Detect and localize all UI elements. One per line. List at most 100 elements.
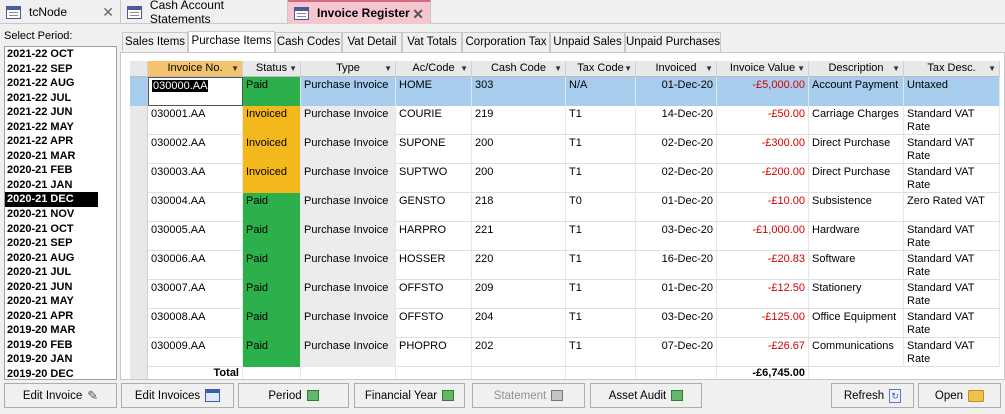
row-selector[interactable]	[130, 222, 148, 251]
cell-ac-code[interactable]: HARPRO	[396, 222, 472, 251]
cell-invoiced[interactable]: 02-Dec-20	[636, 135, 717, 164]
edit-invoices-button[interactable]: Edit Invoices	[121, 383, 234, 408]
cell-tax-code[interactable]: T1	[566, 251, 636, 280]
cell-description[interactable]: Subsistence	[809, 193, 904, 222]
cell-status[interactable]: Invoiced	[243, 135, 301, 164]
dropdown-arrow-icon[interactable]: ▼	[988, 61, 996, 76]
period-item[interactable]: 2020-21 JUN	[5, 280, 116, 295]
column-header[interactable]: Tax Desc. ▼	[904, 61, 1000, 77]
cell-invoice-no[interactable]: 030009.AA	[148, 338, 243, 367]
column-header[interactable]: Ac/Code ▼	[396, 61, 472, 77]
period-item[interactable]: 2021-22 APR	[5, 134, 116, 149]
cell-value[interactable]: -£5,000.00	[717, 77, 809, 106]
cell-invoice-no[interactable]: 030005.AA	[148, 222, 243, 251]
dropdown-arrow-icon[interactable]: ▼	[554, 61, 562, 76]
cell-invoice-no[interactable]: 030007.AA	[148, 280, 243, 309]
open-button[interactable]: Open	[918, 383, 1001, 408]
tab-cash-account-statements[interactable]: Cash Account Statements	[121, 0, 288, 26]
period-list[interactable]: 2021-22 OCT 2021-22 SEP 2021-22 AUG 2021-22…	[4, 46, 117, 380]
cell-type[interactable]: Purchase Invoice	[301, 193, 396, 222]
tab-unpaid-purchases[interactable]: Unpaid Purchases	[625, 32, 721, 52]
row-selector[interactable]	[130, 251, 148, 280]
cell-invoiced[interactable]: 01-Dec-20	[636, 193, 717, 222]
cell-description[interactable]: Direct Purchase	[809, 164, 904, 193]
cell-status[interactable]: Paid	[243, 280, 301, 309]
cell-status[interactable]: Paid	[243, 193, 301, 222]
tab-corporation-tax[interactable]: Corporation Tax	[462, 32, 550, 52]
asset-audit-button[interactable]: Asset Audit	[590, 383, 702, 408]
cell-description[interactable]: Hardware	[809, 222, 904, 251]
cell-ac-code[interactable]: OFFSTO	[396, 280, 472, 309]
table-row[interactable]: 030009.AA Paid Purchase Invoice PHOPRO 202 T1…	[130, 338, 1000, 367]
cell-cash-code[interactable]: 221	[472, 222, 566, 251]
cell-status[interactable]: Paid	[243, 251, 301, 280]
cell-tax-desc[interactable]: Standard VAT Rate	[904, 222, 1000, 251]
table-row[interactable]: 030003.AA Invoiced Purchase Invoice SUPTWO 2…	[130, 164, 1000, 193]
cell-tax-code[interactable]: T1	[566, 338, 636, 367]
row-selector[interactable]	[130, 135, 148, 164]
dropdown-arrow-icon[interactable]: ▼	[289, 61, 297, 76]
column-header[interactable]: Description ▼	[809, 61, 904, 77]
period-item[interactable]: 2020-21 MAR	[5, 149, 116, 164]
table-row[interactable]: 030008.AA Paid Purchase Invoice OFFSTO 204 T1…	[130, 309, 1000, 338]
period-item[interactable]: 2019-20 DEC	[5, 367, 116, 379]
column-header[interactable]: Type ▼	[301, 61, 396, 77]
cell-value[interactable]: -£26.67	[717, 338, 809, 367]
table-row[interactable]: 030002.AA Invoiced Purchase Invoice SUPONE 2…	[130, 135, 1000, 164]
period-item[interactable]: 2021-22 SEP	[5, 62, 116, 77]
dropdown-arrow-icon[interactable]: ▼	[624, 61, 632, 76]
cell-description[interactable]: Direct Purchase	[809, 135, 904, 164]
cell-description[interactable]: Account Payment	[809, 77, 904, 106]
statement-button[interactable]: Statement	[472, 383, 585, 408]
tab-sales-items[interactable]: Sales Items	[122, 32, 188, 52]
cell-description[interactable]: Communications	[809, 338, 904, 367]
cell-invoice-no[interactable]: 030004.AA	[148, 193, 243, 222]
cell-cash-code[interactable]: 204	[472, 309, 566, 338]
cell-invoice-no[interactable]: 030001.AA	[148, 106, 243, 135]
period-item[interactable]: 2020-21 OCT	[5, 222, 116, 237]
cell-invoiced[interactable]: 02-Dec-20	[636, 164, 717, 193]
period-item[interactable]: 2019-20 MAR	[5, 323, 116, 338]
cell-value[interactable]: -£12.50	[717, 280, 809, 309]
cell-type[interactable]: Purchase Invoice	[301, 309, 396, 338]
cell-tax-desc[interactable]: Zero Rated VAT	[904, 193, 1000, 222]
dropdown-arrow-icon[interactable]: ▼	[231, 61, 239, 76]
cell-invoice-no[interactable]: 030008.AA	[148, 309, 243, 338]
tab-unpaid-sales[interactable]: Unpaid Sales	[550, 32, 625, 52]
cell-cash-code[interactable]: 219	[472, 106, 566, 135]
tab-vat-detail[interactable]: Vat Detail	[342, 32, 402, 52]
period-item[interactable]: 2020-21 DEC	[5, 192, 98, 208]
cell-cash-code[interactable]: 202	[472, 338, 566, 367]
table-row[interactable]: 030005.AA Paid Purchase Invoice HARPRO 221 T1…	[130, 222, 1000, 251]
cell-invoice-no[interactable]: 030002.AA	[148, 135, 243, 164]
period-item[interactable]: 2020-21 MAY	[5, 294, 116, 309]
cell-description[interactable]: Stationery	[809, 280, 904, 309]
period-item[interactable]: 2021-22 AUG	[5, 76, 116, 91]
close-icon[interactable]: ✕	[102, 4, 114, 21]
cell-ac-code[interactable]: HOME	[396, 77, 472, 106]
cell-status[interactable]: Paid	[243, 338, 301, 367]
cell-value[interactable]: -£50.00	[717, 106, 809, 135]
tab-tcnode[interactable]: tcNode ✕	[0, 0, 121, 24]
period-item[interactable]: 2020-21 NOV	[5, 207, 116, 222]
cell-type[interactable]: Purchase Invoice	[301, 280, 396, 309]
cell-invoiced[interactable]: 14-Dec-20	[636, 106, 717, 135]
cell-cash-code[interactable]: 218	[472, 193, 566, 222]
row-selector[interactable]	[130, 164, 148, 193]
dropdown-arrow-icon[interactable]: ▼	[460, 61, 468, 76]
table-row[interactable]: 030004.AA Paid Purchase Invoice GENSTO 218 T0…	[130, 193, 1000, 222]
cell-type[interactable]: Purchase Invoice	[301, 222, 396, 251]
cell-description[interactable]: Carriage Charges	[809, 106, 904, 135]
cell-ac-code[interactable]: GENSTO	[396, 193, 472, 222]
row-selector[interactable]	[130, 193, 148, 222]
dropdown-arrow-icon[interactable]: ▼	[797, 61, 805, 76]
dropdown-arrow-icon[interactable]: ▼	[384, 61, 392, 76]
tab-invoice-register[interactable]: Invoice Register ✕	[288, 0, 431, 24]
edit-invoice-button[interactable]: Edit Invoice ✎	[4, 383, 117, 408]
cell-invoice-no[interactable]: 030000.AA	[148, 77, 243, 106]
period-button[interactable]: Period	[238, 383, 349, 408]
cell-ac-code[interactable]: SUPONE	[396, 135, 472, 164]
cell-value[interactable]: -£10.00	[717, 193, 809, 222]
cell-tax-code[interactable]: T1	[566, 106, 636, 135]
cell-ac-code[interactable]: PHOPRO	[396, 338, 472, 367]
